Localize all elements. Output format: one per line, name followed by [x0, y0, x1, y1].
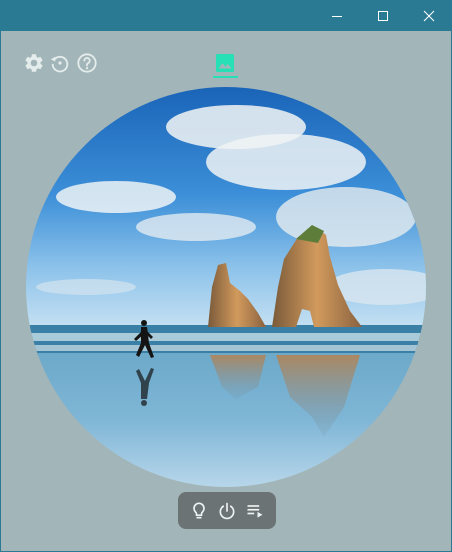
- lightbulb-icon: [193, 502, 205, 518]
- beach-wallpaper-image: [26, 87, 426, 487]
- help-icon: [77, 53, 97, 73]
- power-icon: [219, 502, 235, 519]
- client-area: [1, 31, 451, 551]
- power-button[interactable]: [216, 500, 238, 522]
- close-icon: [423, 10, 435, 21]
- control-bar: [178, 492, 276, 529]
- maximize-icon: [378, 10, 388, 21]
- image-tab[interactable]: [213, 51, 237, 75]
- lightbulb-button[interactable]: [188, 500, 210, 522]
- image-icon: [216, 54, 234, 72]
- playlist-button[interactable]: [244, 500, 266, 522]
- playlist-icon: [247, 504, 263, 518]
- history-icon: [50, 55, 69, 73]
- minimize-icon: [332, 15, 342, 17]
- settings-button[interactable]: [22, 51, 46, 75]
- gear-icon: [25, 54, 43, 72]
- history-button[interactable]: [48, 51, 72, 75]
- help-button[interactable]: [75, 51, 99, 75]
- close-button[interactable]: [406, 0, 452, 31]
- maximize-button[interactable]: [360, 0, 406, 31]
- title-bar[interactable]: [0, 0, 452, 31]
- app-window: [0, 0, 452, 552]
- minimize-button[interactable]: [314, 0, 360, 31]
- active-tab-indicator: [213, 76, 238, 78]
- wallpaper-preview: [26, 87, 426, 487]
